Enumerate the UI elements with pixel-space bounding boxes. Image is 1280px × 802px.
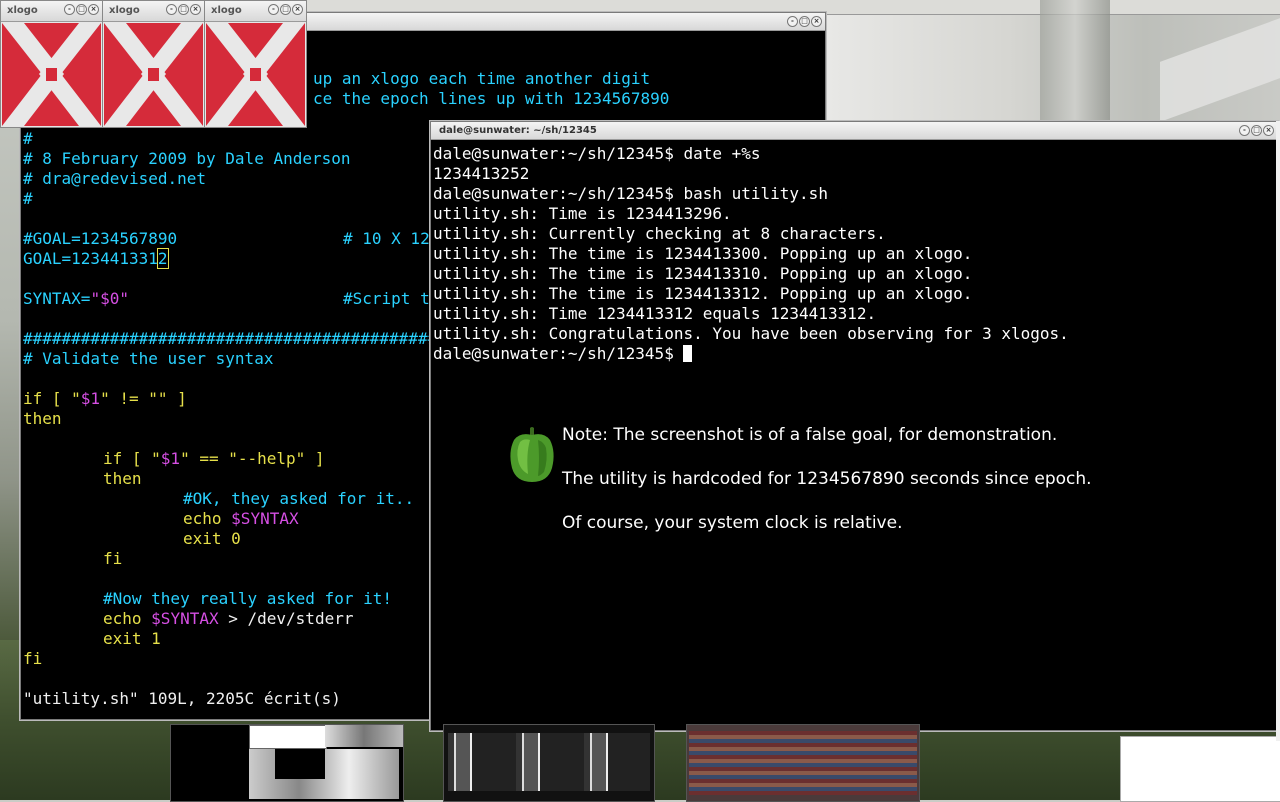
xlogo-title: xlogo	[211, 5, 242, 16]
goal-comment: #GOAL=1234567890	[23, 229, 178, 248]
terminal-titlebar[interactable]: dale@sunwater: ~/sh/12345 - □ ×	[431, 122, 1277, 140]
close-button[interactable]: ×	[1263, 125, 1274, 136]
terminal-output[interactable]: dale@sunwater:~/sh/12345$ date +%s 123441…	[433, 144, 1069, 364]
terminal-line: utility.sh: Congratulations. You have be…	[433, 324, 1069, 343]
terminal-line: utility.sh: Time 1234413312 equals 12344…	[433, 304, 877, 323]
code-token: echo	[103, 609, 152, 628]
code-token: " != "" ]	[100, 389, 187, 408]
code-token: if [ "	[103, 449, 161, 468]
thumbnail-window	[249, 725, 327, 749]
terminal-line: utility.sh: Currently checking at 8 char…	[433, 224, 886, 243]
thumbnail-image	[448, 733, 650, 791]
code-variable: $SYNTAX	[231, 509, 299, 528]
minimize-button[interactable]: -	[1239, 125, 1250, 136]
maximize-button[interactable]: □	[1251, 125, 1262, 136]
minimize-button[interactable]: -	[64, 4, 75, 15]
minimize-button[interactable]: -	[268, 4, 279, 15]
terminal-prompt: dale@sunwater:~/sh/12345$	[433, 344, 684, 363]
minimize-button[interactable]: -	[787, 16, 798, 27]
terminal-cursor	[683, 345, 693, 362]
terminal-line: 1234413252	[433, 164, 530, 183]
note-line: Note: The screenshot is of a false goal,…	[562, 425, 1058, 445]
maximize-button[interactable]: □	[178, 4, 189, 15]
code-token: " == "--help" ]	[180, 449, 325, 468]
workspace-thumbnail[interactable]	[443, 724, 655, 802]
code-variable: $1	[160, 449, 181, 468]
syntax-variable: SYNTAX=	[23, 289, 91, 308]
vim-line: ce the epoch lines up with 1234567890	[313, 89, 670, 108]
syntax-value: "$0"	[90, 289, 129, 308]
x-logo-icon	[2, 23, 101, 126]
note-text: Note: The screenshot is of a false goal,…	[562, 424, 1092, 556]
background-window-corner	[1120, 736, 1280, 802]
terminal-line: utility.sh: The time is 1234413310. Popp…	[433, 264, 973, 283]
terminal-title: dale@sunwater: ~/sh/12345	[439, 125, 597, 136]
xlogo-window[interactable]: xlogo - □ ×	[102, 0, 205, 128]
workspace-thumbnail[interactable]	[170, 724, 404, 802]
goal-line: GOAL=123441331	[23, 249, 158, 268]
thumbnail-image	[689, 731, 917, 795]
code-variable: $1	[80, 389, 101, 408]
xlogo-title: xlogo	[109, 5, 140, 16]
green-bell-pepper-icon	[508, 426, 556, 484]
maximize-button[interactable]: □	[280, 4, 291, 15]
vim-cursor: 2	[156, 248, 169, 269]
syntax-comment: #Script t	[343, 289, 430, 308]
xlogo-titlebar[interactable]: xlogo - □ ×	[103, 1, 204, 22]
code-token: > /dev/stderr	[218, 609, 354, 628]
xlogo-titlebar[interactable]: xlogo - □ ×	[1, 1, 102, 22]
xlogo-title: xlogo	[7, 5, 38, 16]
code-token: echo	[183, 509, 232, 528]
terminal-line: utility.sh: The time is 1234413312. Popp…	[433, 284, 973, 303]
minimize-button[interactable]: -	[166, 4, 177, 15]
vim-line: up an xlogo each time another digit	[313, 69, 651, 88]
terminal-prompt-line[interactable]: dale@sunwater:~/sh/12345$	[433, 344, 1069, 364]
xlogo-window[interactable]: xlogo - □ ×	[204, 0, 307, 128]
note-line: The utility is hardcoded for 1234567890 …	[562, 469, 1092, 489]
maximize-button[interactable]: □	[799, 16, 810, 27]
goal-comment-tail: # 10 X 12	[343, 229, 430, 248]
terminal-line: dale@sunwater:~/sh/12345$ bash utility.s…	[433, 184, 828, 203]
thumbnail-image	[325, 725, 403, 747]
code-variable: $SYNTAX	[151, 609, 219, 628]
x-logo-icon	[104, 23, 203, 126]
close-button[interactable]: ×	[811, 16, 822, 27]
workspace-thumbnail[interactable]	[686, 724, 920, 802]
code-token: if [ "	[23, 389, 81, 408]
background-window-edge	[1276, 121, 1280, 741]
close-button[interactable]: ×	[190, 4, 201, 15]
terminal-line: utility.sh: Time is 1234413296.	[433, 204, 732, 223]
x-logo-icon	[206, 23, 305, 126]
terminal-line: utility.sh: The time is 1234413300. Popp…	[433, 244, 973, 263]
thumbnail-window	[275, 749, 325, 779]
close-button[interactable]: ×	[292, 4, 303, 15]
xlogo-titlebar[interactable]: xlogo - □ ×	[205, 1, 306, 22]
terminal-line: dale@sunwater:~/sh/12345$ date +%s	[433, 144, 761, 163]
xlogo-window[interactable]: xlogo - □ ×	[0, 0, 103, 128]
close-button[interactable]: ×	[88, 4, 99, 15]
note-line: Of course, your system clock is relative…	[562, 513, 903, 533]
maximize-button[interactable]: □	[76, 4, 87, 15]
